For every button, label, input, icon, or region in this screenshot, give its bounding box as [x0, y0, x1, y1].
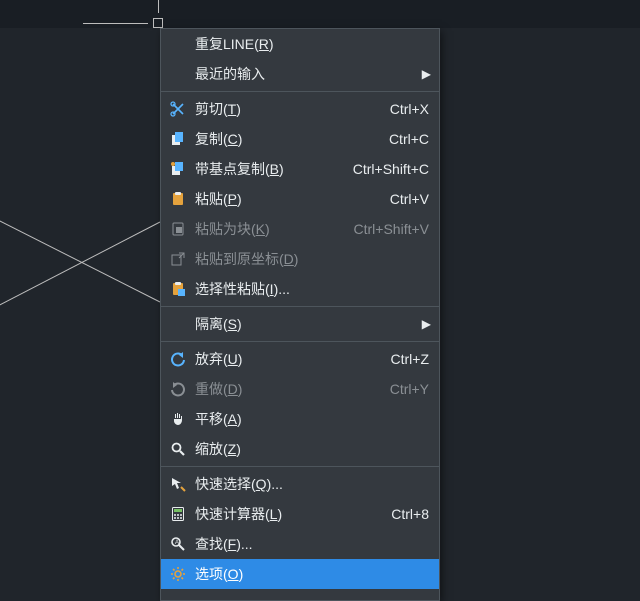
menu-item-label: 重复LINE(R)	[195, 34, 429, 54]
pasteblock-icon	[170, 221, 186, 237]
menu-item-shortcut: Ctrl+Z	[379, 351, 430, 367]
context-menu[interactable]: 重复LINE(R)最近的输入▶剪切(T)Ctrl+X复制(C)Ctrl+C带基点…	[160, 28, 440, 601]
menu-item-label: 平移(A)	[195, 409, 429, 429]
menu-item-shortcut: Ctrl+X	[378, 101, 429, 117]
submenu-arrow-icon: ▶	[422, 317, 431, 331]
menu-separator	[161, 306, 439, 307]
menu-item-label: 粘贴到原坐标(D)	[195, 249, 429, 269]
find-icon: A	[170, 536, 186, 552]
menu-item-label: 缩放(Z)	[195, 439, 429, 459]
pan-icon	[170, 411, 186, 427]
menu-item-label: 剪切(T)	[195, 99, 378, 119]
menu-item-shortcut: Ctrl+Shift+V	[342, 221, 429, 237]
menu-item: 粘贴为块(K)Ctrl+Shift+V	[161, 214, 439, 244]
quickselect-icon	[170, 476, 186, 492]
menu-item[interactable]: 缩放(Z)	[161, 434, 439, 464]
menu-item-shortcut: Ctrl+C	[377, 131, 429, 147]
svg-text:A: A	[175, 540, 179, 546]
redo-icon	[170, 381, 186, 397]
copybase-icon	[170, 161, 186, 177]
menu-item-label: 最近的输入	[195, 64, 429, 84]
menu-item[interactable]: 隔离(S)▶	[161, 309, 439, 339]
menu-item-shortcut: Ctrl+Y	[378, 381, 429, 397]
menu-item-label: 隔离(S)	[195, 314, 429, 334]
menu-item-shortcut: Ctrl+Shift+C	[341, 161, 429, 177]
menu-item-label: 粘贴(P)	[195, 189, 378, 209]
menu-item[interactable]: 选项(O)	[161, 559, 439, 589]
pasteorig-icon	[170, 251, 186, 267]
menu-item[interactable]: 粘贴(P)Ctrl+V	[161, 184, 439, 214]
menu-item-label: 重做(D)	[195, 379, 378, 399]
calc-icon	[170, 506, 186, 522]
menu-item-label: 选择性粘贴(I)...	[195, 279, 429, 299]
copy-icon	[170, 131, 186, 147]
menu-item-label: 带基点复制(B)	[195, 159, 341, 179]
scissors-icon	[170, 101, 186, 117]
menu-separator	[161, 341, 439, 342]
menu-item-label: 快速计算器(L)	[195, 504, 379, 524]
paste-icon	[170, 191, 186, 207]
menu-item-shortcut: Ctrl+V	[378, 191, 429, 207]
menu-item-shortcut: Ctrl+8	[379, 506, 429, 522]
menu-item[interactable]: 平移(A)	[161, 404, 439, 434]
menu-item-label: 查找(F)...	[195, 534, 429, 554]
zoom-icon	[170, 441, 186, 457]
menu-item[interactable]: 重复LINE(R)	[161, 29, 439, 59]
menu-item-label: 快速选择(Q)...	[195, 474, 429, 494]
menu-item[interactable]: 快速计算器(L)Ctrl+8	[161, 499, 439, 529]
pastespecial-icon	[170, 281, 186, 297]
menu-item[interactable]: 放弃(U)Ctrl+Z	[161, 344, 439, 374]
menu-item: 重做(D)Ctrl+Y	[161, 374, 439, 404]
submenu-arrow-icon: ▶	[422, 67, 431, 81]
undo-icon	[170, 351, 186, 367]
menu-item-label: 放弃(U)	[195, 349, 379, 369]
menu-separator	[161, 466, 439, 467]
menu-item-label: 复制(C)	[195, 129, 377, 149]
menu-item-label: 选项(O)	[195, 564, 429, 584]
menu-item[interactable]: 快速选择(Q)...	[161, 469, 439, 499]
menu-item[interactable]: 最近的输入▶	[161, 59, 439, 89]
menu-item[interactable]: 选择性粘贴(I)...	[161, 274, 439, 304]
menu-item[interactable]: 带基点复制(B)Ctrl+Shift+C	[161, 154, 439, 184]
menu-item[interactable]: 复制(C)Ctrl+C	[161, 124, 439, 154]
menu-item: 粘贴到原坐标(D)	[161, 244, 439, 274]
options-icon	[170, 566, 186, 582]
menu-separator	[161, 91, 439, 92]
menu-item-label: 粘贴为块(K)	[195, 219, 342, 239]
drawing-canvas[interactable]: 重复LINE(R)最近的输入▶剪切(T)Ctrl+X复制(C)Ctrl+C带基点…	[0, 0, 640, 601]
menu-item[interactable]: A 查找(F)...	[161, 529, 439, 559]
menu-item[interactable]: 剪切(T)Ctrl+X	[161, 94, 439, 124]
